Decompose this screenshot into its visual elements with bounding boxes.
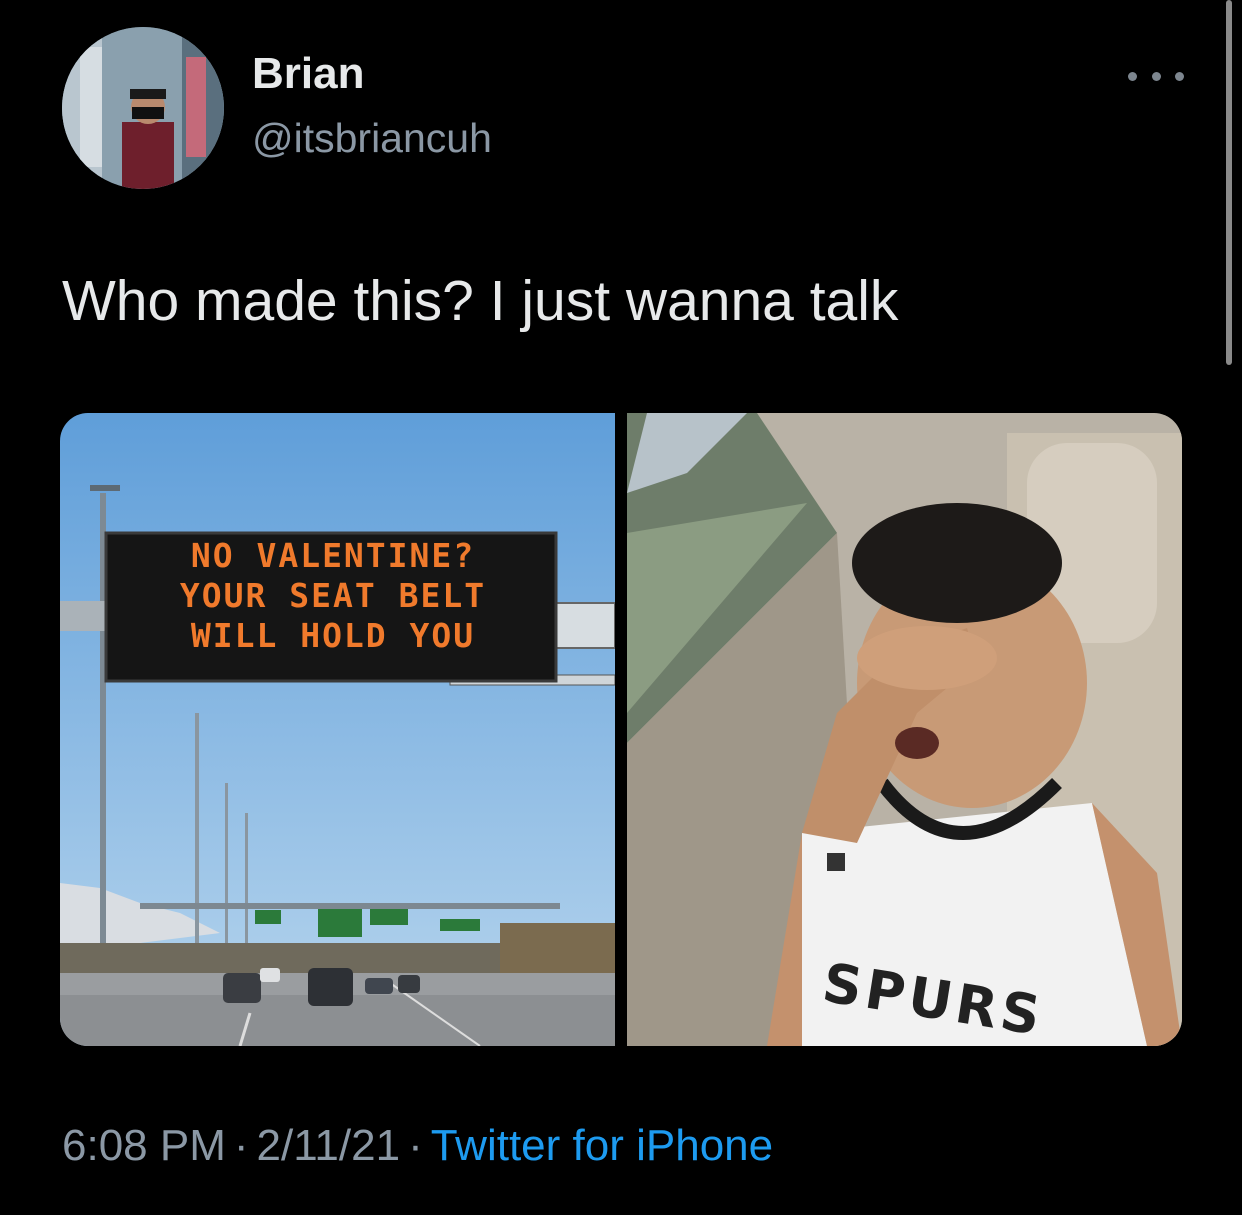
tweet-text: Who made this? I just wanna talk (62, 269, 899, 333)
more-dot (1128, 71, 1137, 81)
more-dot (1175, 71, 1184, 81)
tweet-source-link[interactable]: Twitter for iPhone (431, 1121, 773, 1170)
author-handle[interactable]: @itsbriancuh (252, 118, 492, 159)
avatar[interactable] (62, 27, 224, 189)
author-display-name[interactable]: Brian (252, 52, 364, 96)
crying-kid-photo[interactable]: SPURS (627, 413, 1182, 1046)
meta-separator: · (408, 1121, 423, 1170)
tweet-time[interactable]: 6:08 PM (62, 1121, 226, 1170)
highway-sign-photo[interactable]: NO VALENTINE? YOUR SEAT BELT WILL HOLD Y… (60, 413, 615, 1046)
more-horizontal-icon[interactable] (1128, 64, 1184, 88)
tweet-date[interactable]: 2/11/21 (257, 1121, 401, 1170)
tweet-media[interactable]: NO VALENTINE? YOUR SEAT BELT WILL HOLD Y… (60, 413, 1182, 1046)
sign-line: WILL HOLD YOU (190, 616, 476, 655)
meta-separator: · (233, 1121, 249, 1170)
highway-sign-text: NO VALENTINE? YOUR SEAT BELT WILL HOLD Y… (108, 536, 558, 656)
highway-sign-image (60, 413, 615, 1046)
crying-kid-image (627, 413, 1182, 1046)
sign-line: NO VALENTINE? (190, 536, 476, 575)
sign-line: YOUR SEAT BELT (179, 576, 487, 615)
scrollbar[interactable] (1226, 0, 1232, 365)
more-dot (1151, 71, 1161, 81)
avatar-image (62, 27, 224, 189)
tweet-meta: 6:08 PM · 2/11/21 · Twitter for iPhone (62, 1124, 773, 1168)
